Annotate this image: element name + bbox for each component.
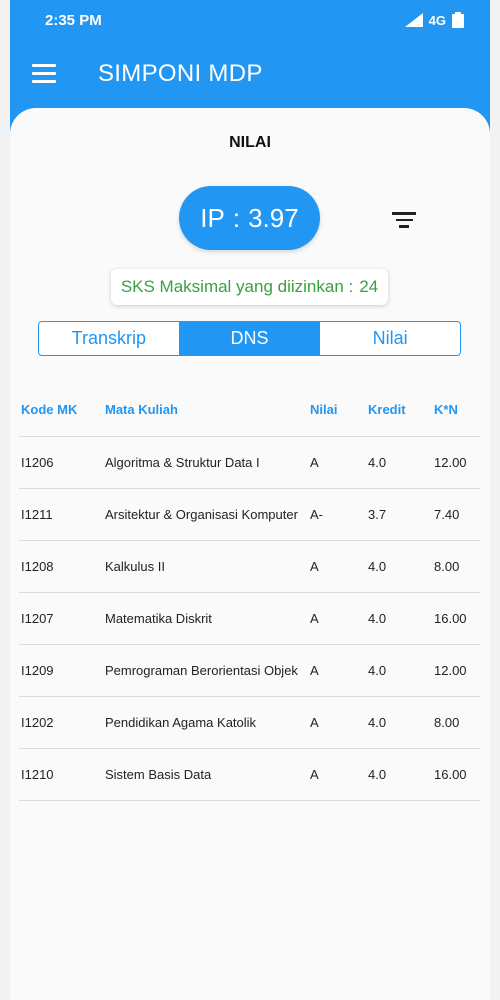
cell-nilai: A bbox=[310, 559, 319, 574]
cell-kode: I1210 bbox=[21, 767, 54, 782]
cell-mata-kuliah: Pendidikan Agama Katolik bbox=[105, 715, 257, 730]
table-row: I1210 Sistem Basis Data A 4.0 16.00 bbox=[19, 749, 480, 801]
cell-nilai: A bbox=[310, 767, 319, 782]
signal-icon bbox=[404, 13, 423, 27]
content-card: NILAI IP : 3.97 SKS Maksimal yang diizin… bbox=[10, 108, 490, 1000]
header-mata-kuliah: Mata Kuliah bbox=[105, 402, 178, 417]
network-type: 4G bbox=[428, 12, 446, 28]
cell-kxn: 12.00 bbox=[434, 663, 467, 678]
header-kode-mk: Kode MK bbox=[21, 402, 78, 417]
cell-kredit: 3.7 bbox=[368, 507, 387, 522]
cell-nilai: A bbox=[310, 455, 319, 470]
tab-dns[interactable]: DNS bbox=[178, 322, 320, 355]
sks-max-box: SKS Maksimal yang diizinkan : 24 bbox=[111, 269, 388, 305]
cell-kredit: 4.0 bbox=[368, 663, 387, 678]
cell-mata-kuliah: Pemrograman Berorientasi Objek bbox=[105, 663, 298, 678]
cell-nilai: A bbox=[310, 663, 319, 678]
header-kxn: K*N bbox=[434, 402, 458, 417]
cell-kredit: 4.0 bbox=[368, 559, 387, 574]
table-row: I1206 Algoritma & Struktur Data I A 4.0 … bbox=[19, 437, 480, 489]
sks-value: 24 bbox=[359, 277, 379, 296]
cell-mata-kuliah: Kalkulus II bbox=[105, 559, 165, 574]
cell-mata-kuliah: Arsitektur & Organisasi Komputer bbox=[105, 507, 298, 522]
cell-nilai: A- bbox=[310, 507, 323, 522]
table-row: I1207 Matematika Diskrit A 4.0 16.00 bbox=[19, 593, 480, 645]
cell-nilai: A bbox=[310, 611, 319, 626]
app-screen: 2:35 PM 4G SIMPONI MDP NILAI IP : 3.97 S… bbox=[10, 0, 490, 1000]
battery-icon bbox=[452, 12, 464, 28]
menu-icon[interactable] bbox=[32, 64, 56, 84]
cell-kredit: 4.0 bbox=[368, 611, 387, 626]
cell-kxn: 16.00 bbox=[434, 767, 467, 782]
cell-kode: I1202 bbox=[21, 715, 54, 730]
sks-label: SKS Maksimal yang diizinkan : bbox=[120, 277, 354, 296]
app-title: SIMPONI MDP bbox=[98, 60, 263, 87]
table-row: I1211 Arsitektur & Organisasi Komputer A… bbox=[19, 489, 480, 541]
cell-mata-kuliah: Matematika Diskrit bbox=[105, 611, 212, 626]
cell-kxn: 8.00 bbox=[434, 715, 460, 730]
ip-value: 3.97 bbox=[248, 202, 299, 233]
cell-kode: I1207 bbox=[21, 611, 54, 626]
table-row: I1208 Kalkulus II A 4.0 8.00 bbox=[19, 541, 480, 593]
ip-badge: IP : 3.97 bbox=[179, 186, 320, 250]
cell-kredit: 4.0 bbox=[368, 715, 387, 730]
header-kredit: Kredit bbox=[368, 402, 406, 417]
cell-kxn: 16.00 bbox=[434, 611, 467, 626]
tab-bar: Transkrip DNS Nilai bbox=[38, 321, 461, 356]
table-row: I1202 Pendidikan Agama Katolik A 4.0 8.0… bbox=[19, 697, 480, 749]
table-row: I1209 Pemrograman Berorientasi Objek A 4… bbox=[19, 645, 480, 697]
status-time: 2:35 PM bbox=[45, 12, 102, 29]
cell-mata-kuliah: Algoritma & Struktur Data I bbox=[105, 455, 260, 470]
cell-kode: I1209 bbox=[21, 663, 54, 678]
cell-kredit: 4.0 bbox=[368, 767, 387, 782]
cell-kxn: 7.40 bbox=[434, 507, 460, 522]
cell-kode: I1211 bbox=[21, 507, 53, 522]
ip-label: IP bbox=[200, 202, 225, 233]
cell-mata-kuliah: Sistem Basis Data bbox=[105, 767, 212, 782]
tab-transkrip[interactable]: Transkrip bbox=[39, 322, 179, 355]
cell-kode: I1206 bbox=[21, 455, 54, 470]
app-bar: SIMPONI MDP bbox=[10, 42, 490, 108]
cell-kxn: 12.00 bbox=[434, 455, 467, 470]
page-title: NILAI bbox=[229, 134, 271, 151]
filter-icon[interactable] bbox=[392, 212, 416, 230]
cell-kode: I1208 bbox=[21, 559, 54, 574]
ip-separator: : bbox=[232, 202, 241, 233]
grades-table: Kode MK Mata Kuliah Nilai Kredit K*N I12… bbox=[19, 383, 480, 801]
status-bar: 2:35 PM 4G bbox=[10, 0, 490, 42]
tab-nilai[interactable]: Nilai bbox=[319, 322, 460, 355]
cell-kxn: 8.00 bbox=[434, 559, 460, 574]
header-nilai: Nilai bbox=[310, 402, 338, 417]
table-header: Kode MK Mata Kuliah Nilai Kredit K*N bbox=[19, 383, 480, 437]
status-icons: 4G bbox=[404, 12, 464, 28]
cell-nilai: A bbox=[310, 715, 319, 730]
cell-kredit: 4.0 bbox=[368, 455, 387, 470]
